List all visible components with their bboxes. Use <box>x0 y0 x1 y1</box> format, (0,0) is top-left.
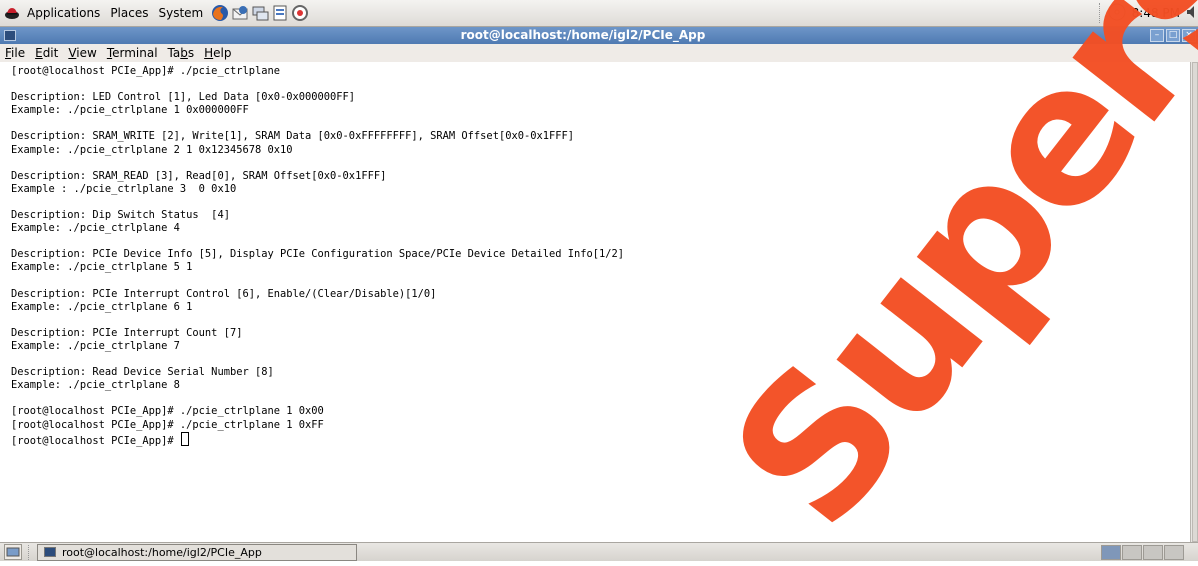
maximize-button[interactable]: □ <box>1166 29 1180 42</box>
network-icon[interactable] <box>251 4 269 22</box>
terminal-line: Example: ./pcie_ctrlplane 8 <box>11 379 180 392</box>
window-title: root@localhost:/home/igl2/PCIe_App <box>460 28 706 42</box>
terminal-line: Example: ./pcie_ctrlplane 5 1 <box>11 261 193 274</box>
terminal-line: Description: SRAM_WRITE [2], Write[1], S… <box>11 130 575 143</box>
menu-help-mnemonic: H <box>204 46 214 60</box>
top-panel: Applications Places System 8:48 PM <box>0 0 1198 27</box>
firefox-icon[interactable] <box>211 4 229 22</box>
terminal-output[interactable]: [root@localhost PCIe_App]# ./pcie_ctrlpl… <box>0 62 1190 542</box>
menu-edit[interactable]: Edit <box>30 46 63 60</box>
terminal-line: Description: PCIe Interrupt Control [6],… <box>11 287 437 300</box>
tray-separator <box>1098 3 1102 23</box>
terminal-prompt: [root@localhost PCIe_App]# <box>11 434 180 447</box>
taskbar-terminal-button[interactable]: root@localhost:/home/igl2/PCIe_App <box>37 543 357 561</box>
terminal-line: [root@localhost PCIe_App]# ./pcie_ctrlpl… <box>11 418 324 431</box>
help-icon[interactable] <box>291 4 309 22</box>
terminal-task-icon <box>44 547 56 557</box>
menu-view[interactable]: View <box>63 46 101 60</box>
launchers <box>211 4 309 22</box>
menu-help-post: elp <box>213 46 232 60</box>
terminal-line: Description: Dip Switch Status [4] <box>11 209 230 222</box>
notes-icon[interactable] <box>271 4 289 22</box>
minimize-button[interactable]: – <box>1150 29 1164 42</box>
terminal-line: Description: Read Device Serial Number [… <box>11 366 274 379</box>
menu-tabs-mnemonic: b <box>180 46 188 60</box>
places-menu[interactable]: Places <box>105 0 153 27</box>
bottom-panel: root@localhost:/home/igl2/PCIe_App <box>0 542 1198 561</box>
terminal-line: Description: PCIe Interrupt Count [7] <box>11 326 243 339</box>
terminal-line: Example: ./pcie_ctrlplane 6 1 <box>11 300 193 313</box>
terminal-line: Example: ./pcie_ctrlplane 1 0x000000FF <box>11 104 249 117</box>
tasklist-separator <box>28 544 31 560</box>
menu-file[interactable]: File <box>0 46 30 60</box>
thunderbird-icon[interactable] <box>231 4 249 22</box>
clock[interactable]: 8:48 PM <box>1126 6 1186 20</box>
show-desktop-button[interactable] <box>4 544 22 560</box>
applications-menu[interactable]: Applications <box>22 0 105 27</box>
menu-file-post: ile <box>11 46 26 60</box>
terminal-line: Description: LED Control [1], Led Data [… <box>11 91 356 104</box>
terminal-window-icon[interactable] <box>4 30 16 41</box>
workspace-4[interactable] <box>1164 544 1184 560</box>
scrollbar-thumb[interactable] <box>1192 62 1198 542</box>
terminal-prompt-line: [root@localhost PCIe_App]# <box>11 431 1190 447</box>
workspace-switcher <box>1101 544 1184 560</box>
volume-icon[interactable] <box>1186 4 1198 23</box>
terminal-line: Example: ./pcie_ctrlplane 7 <box>11 339 180 352</box>
menu-view-post: iew <box>76 46 97 60</box>
cd-icon[interactable] <box>1108 3 1126 24</box>
terminal-line: Example : ./pcie_ctrlplane 3 0 0x10 <box>11 182 237 195</box>
terminal-line: [root@localhost PCIe_App]# ./pcie_ctrlpl… <box>11 405 324 418</box>
menu-terminal[interactable]: Terminal <box>102 46 163 60</box>
terminal-scrollbar[interactable] <box>1190 62 1198 542</box>
workspace-1[interactable] <box>1101 544 1121 560</box>
menu-edit-mnemonic: E <box>35 46 43 60</box>
redhat-icon[interactable] <box>4 5 20 21</box>
close-button[interactable]: × <box>1182 29 1196 42</box>
workspace-3[interactable] <box>1143 544 1163 560</box>
window-titlebar[interactable]: root@localhost:/home/igl2/PCIe_App – □ × <box>0 27 1198 44</box>
main-menu-bar: Applications Places System <box>0 0 208 27</box>
menu-tabs-pre: Ta <box>167 46 181 60</box>
system-menu[interactable]: System <box>153 0 208 27</box>
workspace-2[interactable] <box>1122 544 1142 560</box>
terminal-menubar: File Edit View Terminal Tabs Help <box>0 44 1198 62</box>
terminal-cursor <box>180 431 189 446</box>
taskbar-terminal-label: root@localhost:/home/igl2/PCIe_App <box>62 545 262 559</box>
menu-terminal-post: erminal <box>112 46 158 60</box>
menu-tabs[interactable]: Tabs <box>163 46 200 60</box>
menu-edit-post: dit <box>42 46 59 60</box>
menu-tabs-post: s <box>187 46 195 60</box>
terminal-line: [root@localhost PCIe_App]# ./pcie_ctrlpl… <box>11 65 280 77</box>
terminal-line: Description: PCIe Device Info [5], Displ… <box>11 248 625 261</box>
terminal-line: Description: SRAM_READ [3], Read[0], SRA… <box>11 169 387 182</box>
menu-help[interactable]: Help <box>199 46 236 60</box>
terminal-line: Example: ./pcie_ctrlplane 2 1 0x12345678… <box>11 143 293 156</box>
panel-right: 8:48 PM <box>1098 0 1198 27</box>
terminal-line: Example: ./pcie_ctrlplane 4 <box>11 222 180 235</box>
